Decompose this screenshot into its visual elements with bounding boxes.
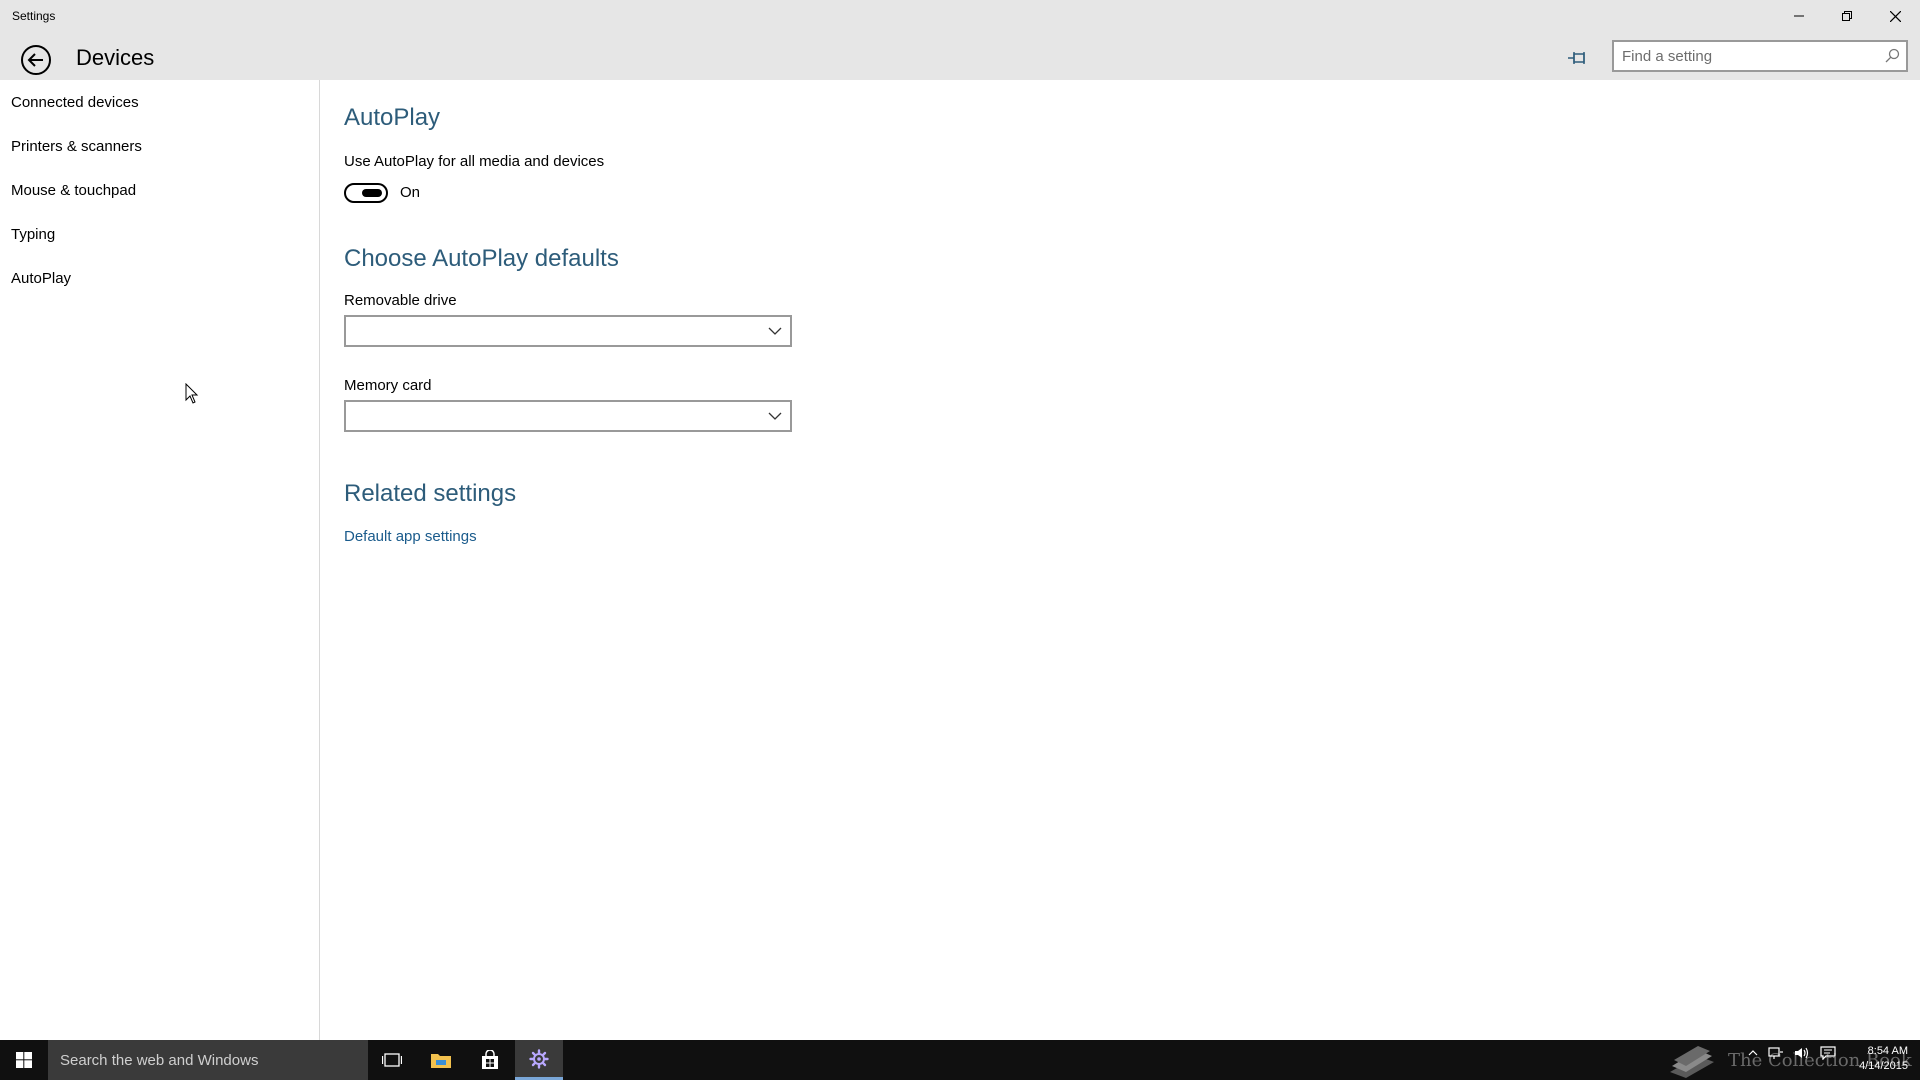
header: Devices xyxy=(0,32,1920,80)
sidebar-item-connected-devices[interactable]: Connected devices xyxy=(11,94,139,111)
mouse-cursor-icon xyxy=(185,383,199,404)
search-icon[interactable] xyxy=(1884,48,1900,64)
autoplay-toggle-label: Use AutoPlay for all media and devices xyxy=(344,153,605,170)
settings-app-button[interactable] xyxy=(515,1040,563,1080)
file-explorer-button[interactable] xyxy=(417,1040,465,1080)
taskbar-search-input[interactable] xyxy=(48,1040,368,1080)
find-setting-box[interactable] xyxy=(1612,40,1908,72)
pin-icon xyxy=(1568,52,1585,64)
task-view-icon xyxy=(382,1053,402,1067)
removable-drive-label: Removable drive xyxy=(344,292,457,309)
sidebar-item-printers-scanners[interactable]: Printers & scanners xyxy=(11,138,142,155)
autoplay-toggle[interactable] xyxy=(344,183,388,203)
windows-logo-icon xyxy=(16,1052,32,1068)
volume-icon[interactable] xyxy=(1794,1046,1810,1060)
sidebar-item-autoplay[interactable]: AutoPlay xyxy=(11,270,71,287)
memory-card-label: Memory card xyxy=(344,377,432,394)
system-tray xyxy=(1748,1046,1836,1060)
pin-button[interactable] xyxy=(1562,42,1594,74)
chevron-up-icon[interactable] xyxy=(1748,1048,1758,1058)
memory-card-dropdown[interactable] xyxy=(344,400,792,432)
chevron-down-icon xyxy=(768,327,782,335)
gear-icon xyxy=(529,1048,549,1069)
clock-time: 8:54 AM xyxy=(1867,1045,1908,1057)
sidebar-item-typing[interactable]: Typing xyxy=(11,226,55,243)
page-title: Devices xyxy=(76,45,155,70)
sidebar: Connected devices Printers & scanners Mo… xyxy=(0,80,320,1040)
restore-button[interactable] xyxy=(1824,0,1870,32)
toggle-knob xyxy=(362,189,382,197)
default-app-settings-link[interactable]: Default app settings xyxy=(344,528,477,545)
task-view-button[interactable] xyxy=(368,1040,416,1080)
chevron-down-icon xyxy=(768,412,782,420)
title-bar: Settings xyxy=(0,0,1920,32)
close-icon xyxy=(1889,10,1901,22)
related-settings-heading: Related settings xyxy=(344,480,517,507)
removable-drive-dropdown[interactable] xyxy=(344,315,792,347)
minimize-icon xyxy=(1794,15,1804,17)
sidebar-item-mouse-touchpad[interactable]: Mouse & touchpad xyxy=(11,182,136,199)
store-icon xyxy=(482,1050,498,1069)
action-center-icon[interactable] xyxy=(1820,1046,1836,1060)
taskbar: The Collection Book 8:54 AM 4/14/2015 xyxy=(0,1040,1920,1080)
window-title: Settings xyxy=(12,9,56,23)
restore-icon xyxy=(1842,11,1852,21)
close-button[interactable] xyxy=(1872,0,1918,32)
autoplay-toggle-state: On xyxy=(400,184,421,201)
taskbar-search-box[interactable] xyxy=(48,1040,368,1080)
network-icon[interactable] xyxy=(1768,1046,1784,1060)
clock[interactable]: 8:54 AM 4/14/2015 xyxy=(1848,1044,1908,1074)
defaults-heading: Choose AutoPlay defaults xyxy=(344,245,619,272)
file-explorer-icon xyxy=(431,1054,451,1068)
clock-date: 4/14/2015 xyxy=(1859,1060,1908,1072)
book-logo-icon xyxy=(1670,1046,1714,1078)
autoplay-heading: AutoPlay xyxy=(344,104,441,131)
search-input[interactable] xyxy=(1614,42,1906,70)
back-button[interactable] xyxy=(16,40,56,80)
back-arrow-icon xyxy=(21,45,51,75)
start-button[interactable] xyxy=(0,1040,48,1080)
store-button[interactable] xyxy=(466,1040,514,1080)
minimize-button[interactable] xyxy=(1776,0,1822,32)
